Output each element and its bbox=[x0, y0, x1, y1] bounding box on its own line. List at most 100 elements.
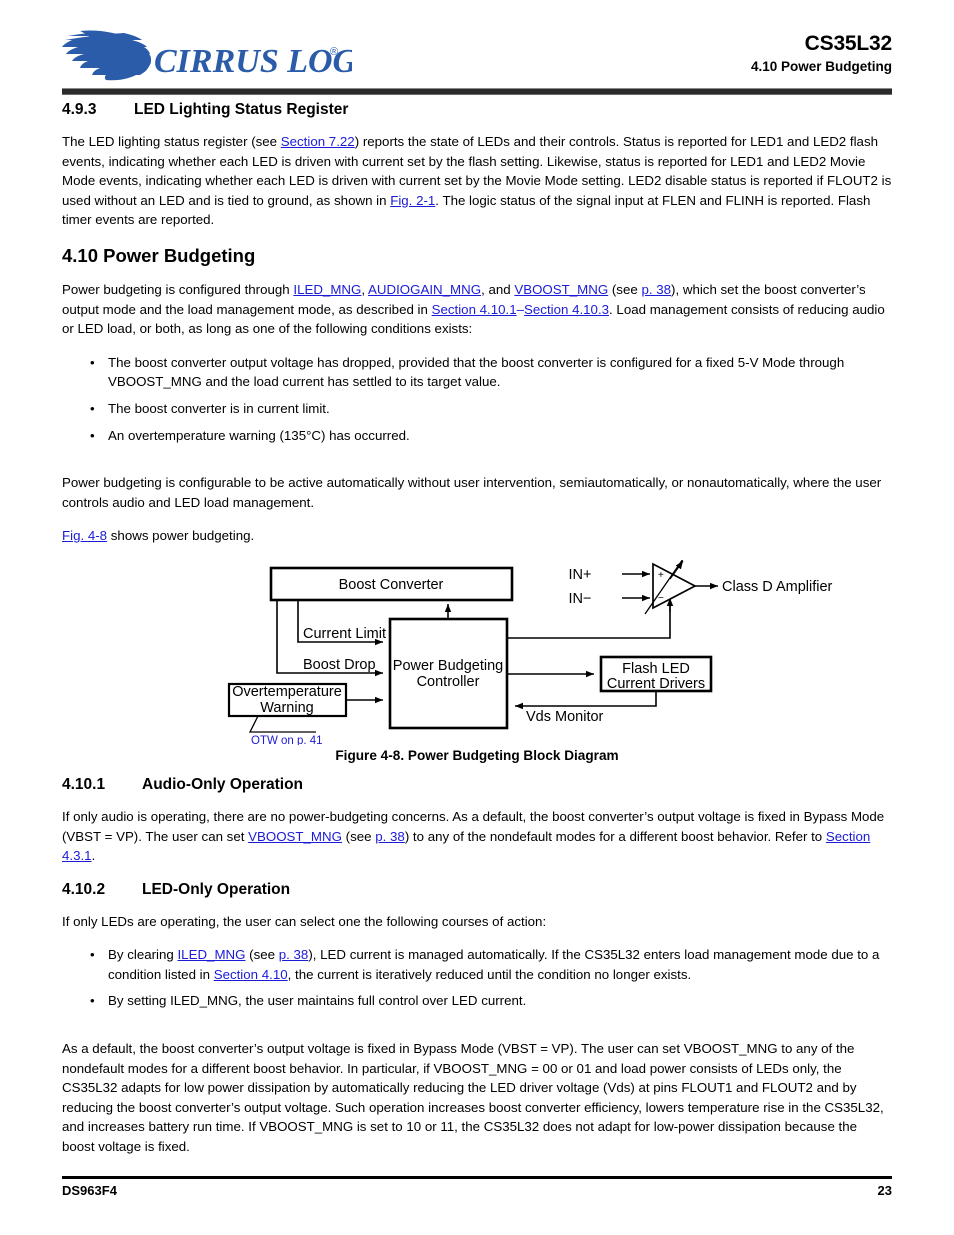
text-fragment: (see bbox=[245, 947, 279, 963]
paragraph-4-9-3: The LED lighting status register (see Se… bbox=[62, 132, 892, 230]
heading-4-10-2: 4.10.2 LED-Only Operation bbox=[62, 880, 892, 899]
list-item-text: By setting ILED_MNG, the user maintains … bbox=[108, 993, 527, 1009]
bullet-marker: • bbox=[90, 427, 95, 443]
link-fig-4-8[interactable]: Fig. 4-8 bbox=[62, 528, 107, 543]
document-title: CS35L32 bbox=[804, 32, 893, 55]
page-footer: DS963F4 23 bbox=[62, 1183, 892, 1198]
list-item: • The boost converter is in current limit… bbox=[62, 399, 892, 419]
link-p-38-2[interactable]: p. 38 bbox=[375, 829, 405, 844]
label-in-minus: IN− bbox=[569, 591, 592, 607]
link-audiogain-mng[interactable]: AUDIOGAIN_MNG bbox=[368, 282, 481, 297]
text-fragment: (see bbox=[608, 281, 642, 297]
cirrus-logic-logo: CIRRUS LOGIC ® bbox=[62, 28, 352, 84]
document-id: DS963F4 bbox=[62, 1183, 117, 1198]
link-section-4-10[interactable]: Section 4.10 bbox=[214, 967, 288, 982]
text-fragment: Power budgeting is configured through bbox=[62, 281, 294, 297]
label-flash-led-line1: Flash LED bbox=[622, 661, 690, 677]
footer-divider bbox=[62, 1176, 892, 1179]
otw-leader-line bbox=[248, 715, 316, 733]
link-p-38-3[interactable]: p. 38 bbox=[279, 947, 309, 962]
heading-4-9-3-number: 4.9.3 bbox=[62, 101, 97, 118]
power-budgeting-block-diagram: Boost Converter Power Budgeting Controll… bbox=[227, 559, 833, 745]
paragraph-fig-4-8-ref: Fig. 4-8 shows power budgeting. bbox=[62, 526, 892, 546]
label-flash-led-line2: Current Drivers bbox=[607, 676, 705, 692]
link-fig-2-1[interactable]: Fig. 2-1 bbox=[390, 193, 435, 208]
text-fragment: ) to any of the nondefault modes for a d… bbox=[404, 828, 826, 844]
bullet-marker: • bbox=[90, 947, 95, 963]
list-item-text: An overtemperature warning (135°C) has o… bbox=[108, 427, 410, 443]
figure-caption: Figure 4-8. Power Budgeting Block Diagra… bbox=[335, 747, 619, 763]
link-vboost-mng-2[interactable]: VBOOST_MNG bbox=[248, 829, 342, 844]
label-overtemp-line2: Warning bbox=[260, 700, 313, 716]
paragraph-4-10-2-intro: If only LEDs are operating, the user can… bbox=[62, 913, 547, 929]
text-fragment: , the current is iteratively reduced unt… bbox=[287, 966, 692, 982]
page-content: 4.9.3 LED Lighting Status Register The LE… bbox=[62, 100, 892, 1171]
heading-4-9-3: 4.9.3 LED Lighting Status Register bbox=[62, 100, 892, 119]
logo-svg: CIRRUS LOGIC ® bbox=[62, 30, 352, 81]
led-only-actions-list: • By clearing ILED_MNG (see p. 38), LED c… bbox=[62, 945, 892, 1011]
label-in-plus: IN+ bbox=[569, 567, 592, 583]
list-item: • By clearing ILED_MNG (see p. 38), LED c… bbox=[62, 945, 892, 984]
paragraph-4-10-configurable: Power budgeting is configurable to be ac… bbox=[62, 475, 882, 510]
label-class-d-amplifier: Class D Amplifier bbox=[722, 579, 833, 595]
logo-wordmark: CIRRUS LOGIC bbox=[154, 43, 352, 80]
text-fragment: By clearing bbox=[108, 947, 178, 963]
text-fragment: (see bbox=[341, 828, 376, 844]
link-section-7-22[interactable]: Section 7.22 bbox=[281, 134, 355, 149]
paragraph-4-10-1: If only audio is operating, there are no… bbox=[62, 807, 892, 866]
label-overtemp-line1: Overtemperature bbox=[232, 684, 342, 700]
arrow-vds-monitor-feedback bbox=[515, 690, 657, 710]
line-controller-to-amplifier-gain bbox=[507, 605, 671, 639]
heading-4-10-title: Power Budgeting bbox=[103, 244, 256, 266]
heading-4-10-1-number: 4.10.1 bbox=[62, 775, 106, 793]
link-iled-mng[interactable]: ILED_MNG bbox=[293, 282, 361, 297]
paragraph-4-10-intro: Power budgeting is configured through IL… bbox=[62, 280, 892, 339]
list-item: • The boost converter output voltage has … bbox=[62, 353, 892, 392]
label-current-limit: Current Limit bbox=[303, 626, 386, 642]
text-fragment: – bbox=[516, 301, 525, 317]
label-amp-plus: + bbox=[658, 570, 664, 581]
link-p-38[interactable]: p. 38 bbox=[641, 282, 671, 297]
text-fragment: shows power budgeting. bbox=[107, 528, 255, 544]
page-header: CIRRUS LOGIC ® CS35L32 4.10 Power Budget… bbox=[62, 26, 892, 88]
link-vboost-mng[interactable]: VBOOST_MNG bbox=[514, 282, 608, 297]
list-item-text: The boost converter output voltage has d… bbox=[108, 354, 845, 390]
page-number: 23 bbox=[877, 1183, 892, 1198]
text-fragment: . bbox=[91, 848, 96, 864]
bullet-marker: • bbox=[90, 354, 95, 370]
document-subtitle: 4.10 Power Budgeting bbox=[750, 59, 892, 74]
link-section-4-10-3[interactable]: Section 4.10.3 bbox=[524, 302, 609, 317]
list-item-text: The boost converter is in current limit. bbox=[108, 400, 330, 416]
bullet-marker: • bbox=[90, 400, 95, 416]
header-title-block: CS35L32 4.10 Power Budgeting bbox=[751, 32, 892, 76]
heading-4-10-1-title: Audio-Only Operation bbox=[142, 775, 304, 793]
list-item: • An overtemperature warning (135°C) has … bbox=[62, 426, 892, 446]
link-section-4-10-1[interactable]: Section 4.10.1 bbox=[432, 302, 517, 317]
bullet-marker: • bbox=[90, 993, 95, 1009]
label-controller-line2: Controller bbox=[417, 674, 480, 690]
heading-4-9-3-title: LED Lighting Status Register bbox=[134, 101, 349, 118]
figure-4-8: Boost Converter Power Budgeting Controll… bbox=[62, 559, 892, 775]
paragraph-4-10-2-default: As a default, the boost converter’s outp… bbox=[62, 1041, 884, 1155]
datasheet-page: CIRRUS LOGIC ® CS35L32 4.10 Power Budget… bbox=[0, 0, 954, 1235]
logo-registered-mark: ® bbox=[330, 46, 338, 58]
heading-4-10-1: 4.10.1 Audio-Only Operation bbox=[62, 775, 892, 794]
label-controller-line1: Power Budgeting bbox=[393, 658, 503, 674]
heading-4-10-2-number: 4.10.2 bbox=[62, 880, 106, 898]
list-item: • By setting ILED_MNG, the user maintains… bbox=[62, 991, 892, 1011]
label-amp-minus: − bbox=[658, 593, 664, 604]
link-iled-mng-2[interactable]: ILED_MNG bbox=[177, 947, 245, 962]
text-fragment: , and bbox=[481, 281, 515, 297]
conditions-list: • The boost converter output voltage has … bbox=[62, 353, 892, 445]
label-boost-drop: Boost Drop bbox=[303, 657, 376, 673]
heading-4-10-number: 4.10 bbox=[62, 244, 99, 266]
link-otw-p-41[interactable]: OTW on p. 41 bbox=[251, 735, 323, 745]
label-vds-monitor: Vds Monitor bbox=[526, 709, 604, 725]
header-divider bbox=[62, 88, 892, 95]
text-fragment: The LED lighting status register (see bbox=[62, 134, 281, 149]
heading-4-10-2-title: LED-Only Operation bbox=[142, 880, 291, 898]
heading-4-10: 4.10 Power Budgeting bbox=[62, 244, 892, 267]
label-boost-converter: Boost Converter bbox=[339, 577, 444, 593]
